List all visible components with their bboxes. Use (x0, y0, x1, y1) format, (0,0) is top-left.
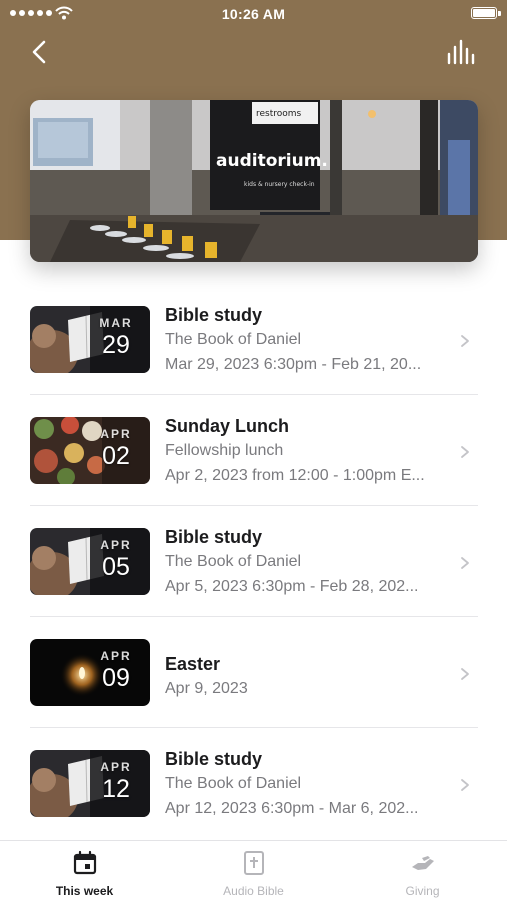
chevron-right-icon (461, 335, 469, 347)
event-thumbnail: APR 05 (30, 528, 150, 595)
event-thumbnail: APR 02 (30, 417, 150, 484)
event-datetime: Apr 2, 2023 from 12:00 - 1:00pm E... (165, 467, 425, 484)
event-day: 12 (102, 775, 130, 803)
hero-restrooms-text: restrooms (256, 109, 302, 119)
event-month: APR (100, 538, 132, 552)
event-subtitle: The Book of Daniel (165, 775, 302, 792)
event-title: Bible study (165, 527, 263, 547)
tab-label: Giving (405, 884, 440, 898)
event-row[interactable]: APR 05 Bible study The Book of Daniel Ap… (30, 506, 478, 617)
event-datetime: Apr 12, 2023 6:30pm - Mar 6, 202... (165, 800, 419, 817)
tab-bar: This week Audio Bible Giving (0, 840, 507, 900)
event-subtitle: The Book of Daniel (165, 331, 302, 348)
tab-label: Audio Bible (223, 884, 284, 898)
event-title: Sunday Lunch (165, 416, 290, 436)
back-button[interactable] (26, 36, 58, 68)
event-subtitle: The Book of Daniel (165, 553, 302, 570)
chevron-right-icon (461, 446, 469, 458)
hero-sign-small-text: kids & nursery check-in (244, 181, 315, 188)
event-datetime: Apr 9, 2023 (165, 680, 248, 697)
tab-this-week[interactable]: This week (0, 841, 169, 900)
event-month: MAR (99, 316, 133, 330)
event-day: 09 (102, 664, 130, 692)
audio-bars-icon (447, 39, 475, 65)
event-month: APR (100, 427, 132, 441)
hero-image: restrooms auditorium. kids & nursery che… (30, 100, 478, 262)
chevron-left-icon (32, 40, 46, 64)
event-row[interactable]: APR 09 Easter Apr 9, 2023 (30, 617, 478, 728)
event-month: APR (100, 760, 132, 774)
event-row[interactable]: APR 12 Bible study The Book of Daniel Ap… (30, 728, 478, 839)
event-row[interactable]: MAR 29 Bible study The Book of Daniel Ma… (30, 284, 478, 395)
event-row[interactable]: APR 02 Sunday Lunch Fellowship lunch Apr… (30, 395, 478, 506)
calendar-icon (73, 850, 96, 875)
event-thumbnail: APR 09 (30, 639, 150, 706)
chevron-right-icon (461, 557, 469, 569)
event-datetime: Apr 5, 2023 6:30pm - Feb 28, 202... (165, 578, 419, 595)
bible-cross-icon (243, 851, 264, 875)
event-title: Bible study (165, 749, 263, 769)
event-title: Easter (165, 654, 221, 674)
giving-hand-icon (411, 856, 434, 870)
battery-icon (471, 7, 497, 19)
chevron-right-icon (461, 668, 469, 680)
chevron-right-icon (461, 779, 469, 791)
event-day: 05 (102, 553, 130, 581)
status-bar: 10:26 AM (0, 0, 507, 28)
event-subtitle: Fellowship lunch (165, 442, 284, 459)
tab-giving[interactable]: Giving (338, 841, 507, 900)
event-month: APR (100, 649, 132, 663)
events-list: MAR 29 Bible study The Book of Daniel Ma… (30, 284, 478, 839)
status-time: 10:26 AM (221, 6, 286, 22)
event-datetime: Mar 29, 2023 6:30pm - Feb 21, 20... (165, 356, 422, 373)
hero-sign-text: auditorium. (216, 151, 328, 171)
event-title: Bible study (165, 305, 263, 325)
event-thumbnail: APR 12 (30, 750, 150, 817)
event-day: 29 (102, 331, 130, 359)
event-day: 02 (102, 442, 130, 470)
audio-player-button[interactable] (445, 38, 479, 68)
event-thumbnail: MAR 29 (30, 306, 150, 373)
tab-label: This week (55, 884, 114, 898)
tab-audio-bible[interactable]: Audio Bible (169, 841, 338, 900)
